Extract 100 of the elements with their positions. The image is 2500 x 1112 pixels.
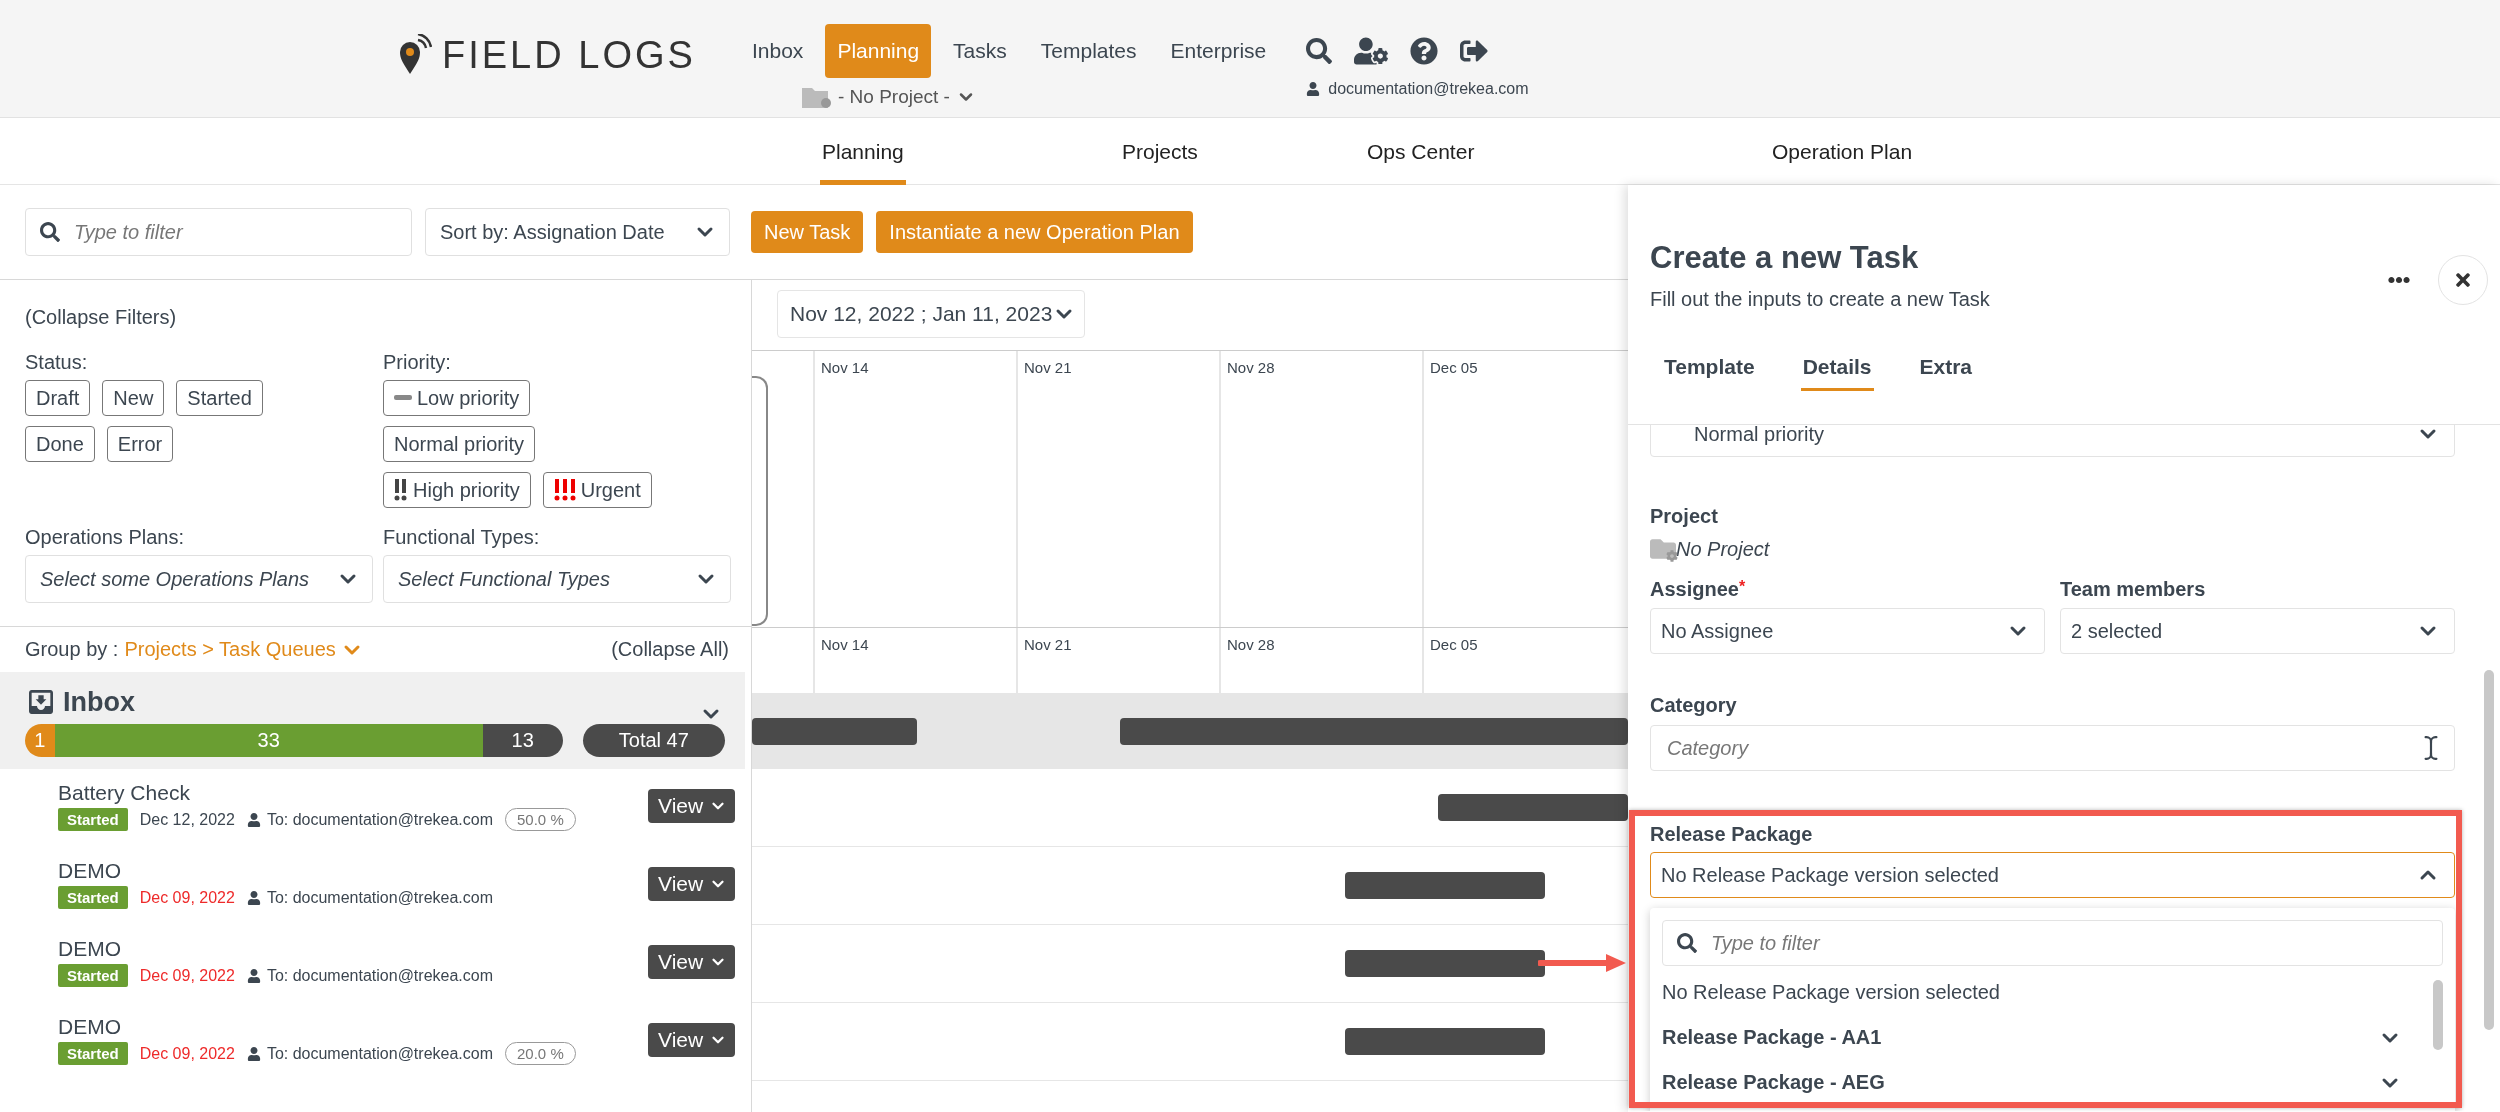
gantt-bar[interactable] — [752, 718, 917, 745]
exclamation-icon — [394, 479, 408, 501]
field-label: Release Package — [1650, 823, 1814, 846]
view-button[interactable]: View — [648, 1023, 736, 1057]
week-label: Nov 14 — [821, 636, 869, 653]
week-label: Dec 05 — [1430, 636, 1478, 653]
nav-item[interactable]: Inbox — [740, 24, 816, 78]
week-label: Nov 28 — [1227, 636, 1275, 653]
nav-item[interactable]: Enterprise — [1158, 24, 1279, 78]
week-label: Nov 14 — [821, 359, 869, 376]
status-chip[interactable]: Started — [176, 380, 263, 416]
sort-select[interactable]: Sort by: Assignation Date — [425, 208, 730, 256]
status-chip[interactable]: Draft — [25, 380, 91, 416]
field-label: Team members — [2060, 578, 2207, 601]
dropdown-option[interactable]: Release Package - AEG — [1662, 1060, 2422, 1105]
exclamation-icon — [553, 479, 576, 501]
filter-box[interactable]: Type to filter — [1662, 920, 2443, 966]
close-button[interactable] — [2438, 255, 2488, 305]
assignee: To: documentation@trekea.com — [246, 888, 493, 907]
total-count: Total 47 — [582, 724, 725, 757]
logo[interactable]: FIELD LOGS — [442, 33, 696, 77]
status-chip[interactable]: Done — [25, 426, 95, 462]
status-chip[interactable]: Error — [106, 426, 174, 462]
priority-chip[interactable]: Low priority — [383, 380, 531, 416]
search-icon — [40, 222, 60, 242]
search-icon — [1677, 933, 1697, 953]
collapse-all-link[interactable]: (Collapse All) — [611, 638, 729, 661]
filter-label: Functional Types: — [383, 526, 541, 549]
priority-chip[interactable]: Normal priority — [383, 426, 536, 462]
dropdown-option[interactable]: Release Package - AA1 — [1662, 1015, 2422, 1060]
field-label: Category — [1650, 694, 1738, 717]
panel-subtitle: Fill out the inputs to create a new Task — [1650, 288, 1990, 311]
gantt-bar[interactable] — [1345, 872, 1545, 899]
group-by-label: Group by : — [25, 637, 119, 662]
nav-item[interactable]: Templates — [1028, 24, 1149, 78]
user-icon — [246, 812, 261, 827]
release-package-select[interactable]: No Release Package version selected — [1650, 852, 2455, 898]
assignee-select[interactable]: No Assignee — [1650, 608, 2045, 654]
task-title[interactable]: DEMO — [58, 937, 648, 961]
tab[interactable]: Extra — [1917, 355, 1975, 391]
help-icon[interactable] — [1410, 37, 1439, 65]
group-header[interactable]: Inbox 1 33 13 Total 47 — [0, 672, 745, 769]
priority-chip[interactable]: High priority — [383, 472, 531, 508]
scrollbar[interactable] — [2433, 980, 2443, 1050]
gantt-bar[interactable] — [1438, 794, 1628, 821]
user-icon — [246, 890, 261, 905]
status-badge: Started — [58, 964, 128, 987]
user-icon — [246, 1046, 261, 1061]
count-segment: 33 — [54, 724, 483, 757]
field-label: Assignee* — [1650, 578, 1747, 601]
search-input[interactable]: Type to filter — [72, 219, 397, 245]
gantt-bar[interactable] — [1120, 718, 1628, 745]
week-label: Nov 21 — [1024, 636, 1072, 653]
category-input[interactable]: Category — [1665, 735, 2418, 761]
tab[interactable]: Ops Center — [1365, 118, 1477, 185]
count-segment: 13 — [482, 724, 563, 757]
operations-plans-select[interactable]: Select some Operations Plans — [25, 555, 373, 603]
priority-chip[interactable]: Urgent — [542, 472, 652, 508]
week-label: Nov 21 — [1024, 359, 1072, 376]
tab[interactable]: Projects — [1120, 118, 1200, 185]
gantt-bar[interactable] — [1345, 950, 1545, 977]
task-title[interactable]: DEMO — [58, 1015, 648, 1039]
project-value: No Project — [1676, 537, 1770, 561]
week-label: Nov 28 — [1227, 359, 1275, 376]
tab[interactable]: Details — [1800, 355, 1874, 391]
due-date: Dec 09, 2022 — [139, 888, 235, 907]
tab[interactable]: Planning — [820, 118, 906, 185]
team-members-select[interactable]: 2 selected — [2060, 608, 2455, 654]
user-email: documentation@trekea.com — [1306, 80, 1529, 98]
filter-input[interactable]: Type to filter — [1709, 930, 2428, 956]
view-button[interactable]: View — [648, 867, 736, 901]
field-label: Project — [1650, 505, 1719, 528]
group-title: Inbox — [63, 686, 135, 718]
tab[interactable]: Template — [1662, 355, 1757, 391]
functional-types-select[interactable]: Select Functional Types — [383, 555, 731, 603]
category-box[interactable]: Category — [1650, 725, 2455, 771]
search-box[interactable]: Type to filter — [25, 208, 412, 256]
user-settings-icon[interactable] — [1354, 34, 1389, 68]
bracket-handle[interactable] — [752, 376, 768, 626]
task-title[interactable]: DEMO — [58, 859, 648, 883]
view-button[interactable]: View — [648, 945, 736, 979]
count-segment: 1 — [25, 724, 55, 757]
due-date: Dec 12, 2022 — [139, 810, 235, 829]
collapse-filters-link[interactable]: (Collapse Filters) — [25, 306, 729, 329]
task-title[interactable]: Battery Check — [58, 781, 648, 805]
status-badge: Started — [58, 886, 128, 909]
gantt-bar[interactable] — [1345, 1028, 1545, 1055]
dropdown-option[interactable]: No Release Package version selected — [1662, 970, 2422, 1015]
folder-icon — [1650, 536, 1676, 562]
project-selector[interactable]: - No Project - — [802, 86, 1279, 108]
view-button[interactable]: View — [648, 789, 736, 823]
priority-select[interactable]: Normal priority — [1650, 425, 2455, 457]
scrollbar[interactable] — [2484, 670, 2494, 1030]
status-chip[interactable]: New — [102, 380, 165, 416]
tab[interactable]: Operation Plan — [1770, 118, 1915, 185]
status-badge: Started — [58, 1042, 128, 1065]
panel-title: Create a new Task — [1650, 240, 1920, 276]
date-range-picker[interactable]: Nov 12, 2022 ; Jan 11, 2023 — [777, 290, 1086, 338]
nav-item[interactable]: Tasks — [941, 24, 1019, 78]
search-icon[interactable] — [1306, 38, 1333, 64]
